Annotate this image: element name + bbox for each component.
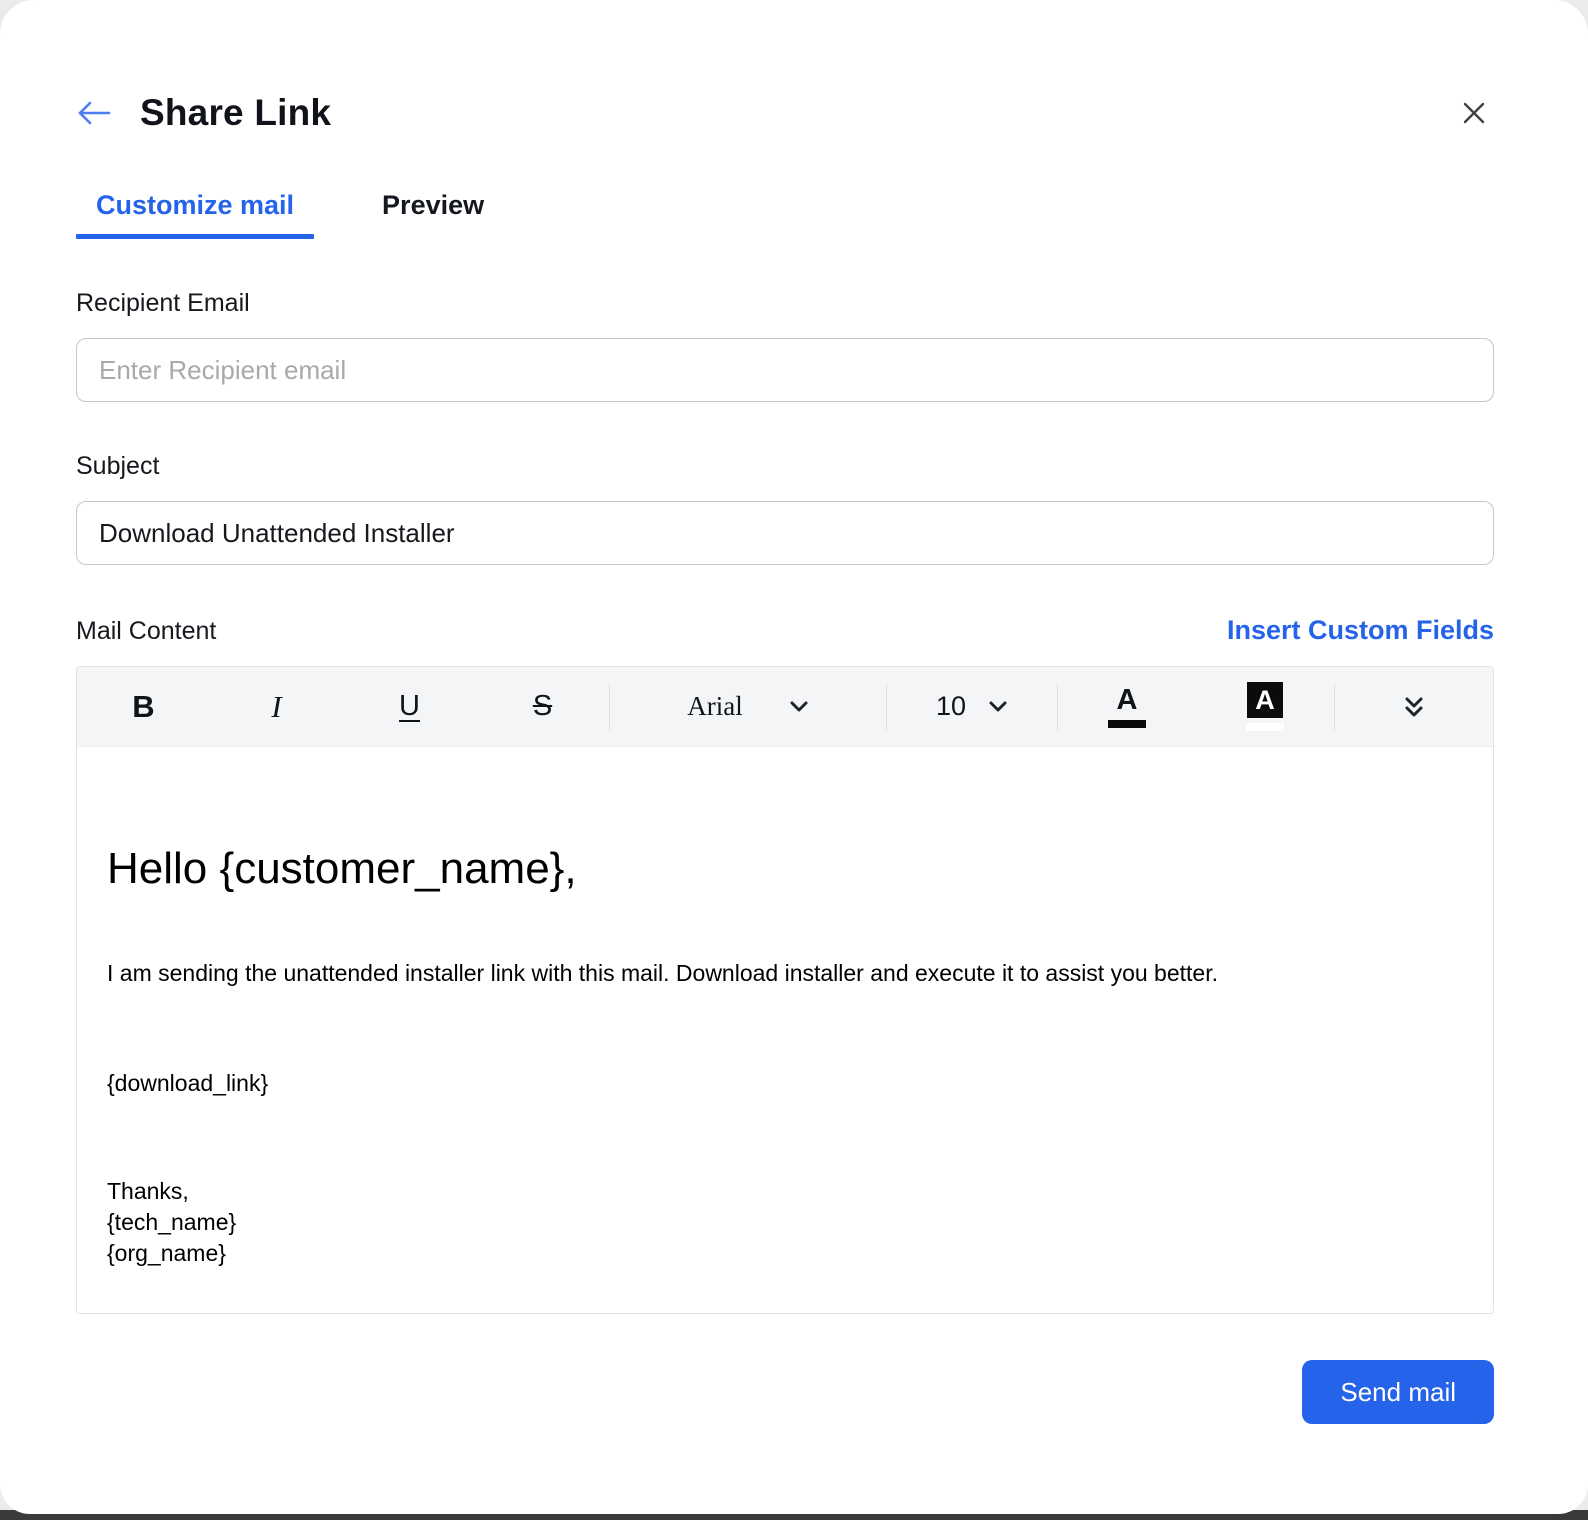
dialog-footer: Send mail [76, 1360, 1494, 1424]
highlight-color-button[interactable]: A [1196, 667, 1334, 746]
recipient-email-label: Recipient Email [76, 289, 1494, 318]
chevron-down-icon [988, 700, 1008, 713]
font-family-value: Arial [687, 691, 742, 722]
mail-download-link-token: {download_link} [107, 1070, 1463, 1097]
italic-button[interactable]: I [210, 667, 343, 746]
mail-signature: Thanks, {tech_name} {org_name} [107, 1176, 1463, 1269]
toolbar-expand-button[interactable] [1335, 667, 1493, 746]
signature-line: Thanks, [107, 1176, 1463, 1207]
send-mail-button[interactable]: Send mail [1302, 1360, 1494, 1424]
editor-toolbar: B I U S Arial 10 [77, 667, 1493, 747]
font-size-dropdown[interactable]: 10 [887, 667, 1057, 746]
mail-body-editor[interactable]: Hello {customer_name}, I am sending the … [77, 747, 1493, 1313]
mail-greeting: Hello {customer_name}, [107, 841, 1463, 896]
subject-input[interactable] [76, 501, 1494, 565]
strikethrough-button[interactable]: S [476, 667, 609, 746]
tab-preview[interactable]: Preview [362, 190, 504, 239]
font-color-button[interactable]: A [1058, 667, 1196, 746]
mail-content-row: Mail Content Insert Custom Fields [76, 615, 1494, 646]
insert-custom-fields-link[interactable]: Insert Custom Fields [1227, 615, 1494, 646]
strikethrough-icon: S [533, 690, 552, 723]
share-link-dialog: Share Link Customize mail Preview Recipi… [0, 0, 1588, 1514]
bold-button[interactable]: B [77, 667, 210, 746]
font-family-dropdown[interactable]: Arial [610, 667, 886, 746]
page-title: Share Link [140, 92, 331, 134]
font-size-value: 10 [936, 691, 966, 722]
tab-bar: Customize mail Preview [76, 190, 1494, 239]
dialog-header: Share Link [76, 90, 1494, 136]
close-icon[interactable] [1454, 93, 1494, 133]
bold-icon: B [132, 689, 154, 725]
double-chevron-down-icon [1402, 695, 1426, 719]
underline-button[interactable]: U [343, 667, 476, 746]
signature-line: {tech_name} [107, 1207, 1463, 1238]
back-arrow-icon[interactable] [76, 100, 112, 126]
mail-paragraph: I am sending the unattended installer li… [107, 958, 1463, 989]
tab-preview-label: Preview [382, 190, 484, 220]
chevron-down-icon [789, 700, 809, 713]
highlight-color-icon: A [1246, 682, 1284, 731]
mail-editor: B I U S Arial 10 [76, 666, 1494, 1314]
tab-customize-mail-label: Customize mail [96, 190, 294, 220]
mail-content-label: Mail Content [76, 617, 216, 646]
tab-customize-mail[interactable]: Customize mail [76, 190, 314, 239]
font-color-icon: A [1108, 686, 1146, 728]
underline-icon: U [399, 690, 420, 723]
recipient-email-input[interactable] [76, 338, 1494, 402]
italic-icon: I [271, 689, 281, 725]
subject-label: Subject [76, 452, 1494, 481]
signature-line: {org_name} [107, 1238, 1463, 1269]
